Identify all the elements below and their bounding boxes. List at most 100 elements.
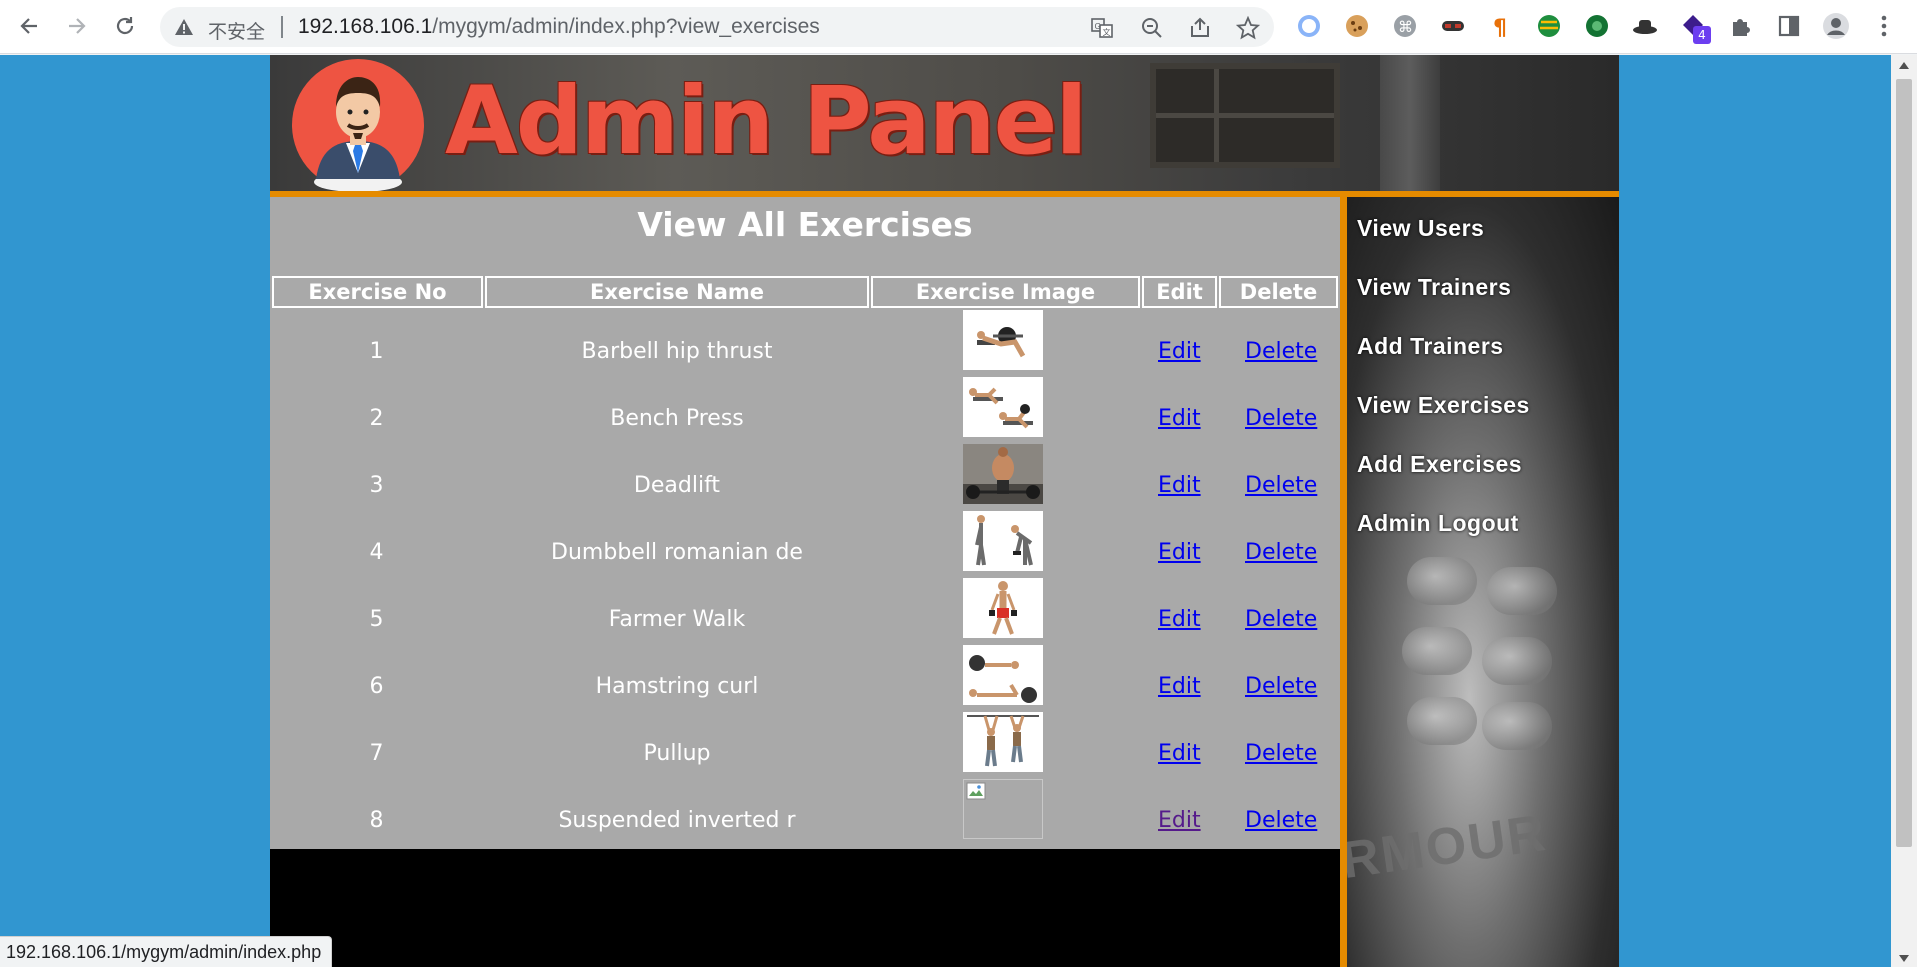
bookmark-star-icon[interactable] [1236, 16, 1260, 40]
edit-link[interactable]: Edit [1158, 741, 1201, 766]
delete-link[interactable]: Delete [1245, 741, 1317, 766]
sidebar-nav: RMOUR View Users View Trainers Add Train… [1347, 197, 1619, 967]
table-row: 1 Barbell hip thrust Edit Delete [270, 310, 1340, 377]
exercise-image [963, 377, 1043, 437]
page-viewport: Admin Panel View All Exercises Exercise … [0, 55, 1917, 967]
hat-icon[interactable] [1631, 12, 1659, 40]
table-row: 7 Pullup Edit Delete [270, 712, 1340, 779]
exercise-no: 6 [369, 674, 384, 699]
exercise-name: Bench Press [610, 406, 744, 431]
pullup-figure-icon [967, 715, 1039, 767]
edit-link[interactable]: Edit [1158, 473, 1201, 498]
delete-link[interactable]: Delete [1245, 808, 1317, 833]
back-button[interactable] [12, 9, 46, 43]
banner-pillar-decoration [1380, 55, 1440, 191]
romanian-deadlift-figure-icon [975, 515, 1033, 566]
sidebar-item-view-trainers[interactable]: View Trainers [1357, 266, 1530, 325]
broken-image-icon [966, 782, 986, 800]
exercise-no: 8 [369, 808, 384, 833]
table-row: 3 Deadlift Edit Delete [270, 444, 1340, 511]
sidebar-background-decoration [1482, 702, 1552, 750]
delete-link[interactable]: Delete [1245, 607, 1317, 632]
puzzle-icon[interactable] [1727, 12, 1755, 40]
table-row: 8 Suspended inverted r Edit Delete [270, 779, 1340, 846]
column-header-exercise-no: Exercise No [272, 276, 483, 308]
exercise-no: 5 [369, 607, 384, 632]
address-bar[interactable]: 不安全 192.168.106.1/mygym/admin/index.php?… [160, 7, 1274, 47]
svg-text:文: 文 [1103, 27, 1111, 37]
sidebar-background-decoration [1407, 697, 1477, 745]
green-circle-icon[interactable] [1583, 12, 1611, 40]
url-host: 192.168.106.1 [298, 15, 433, 38]
side-panel-icon[interactable] [1775, 12, 1803, 40]
edit-link[interactable]: Edit [1158, 406, 1201, 431]
exercise-image [963, 645, 1043, 705]
extension-circle-icon[interactable] [1295, 12, 1323, 40]
forward-arrow-icon [69, 18, 86, 34]
scroll-down-arrow-icon[interactable] [1899, 955, 1909, 962]
profile-avatar-icon[interactable] [1822, 12, 1850, 40]
sidebar-menu: View Users View Trainers Add Trainers Vi… [1357, 207, 1530, 561]
share-icon[interactable] [1188, 16, 1212, 40]
edit-link[interactable]: Edit [1158, 607, 1201, 632]
extension-badge: 4 [1693, 26, 1711, 44]
reload-icon [116, 17, 134, 35]
exercise-no: 3 [369, 473, 384, 498]
reload-button[interactable] [108, 9, 142, 43]
svg-text:¶: ¶ [1493, 16, 1507, 40]
pilcrow-icon[interactable]: ¶ [1487, 12, 1515, 40]
edit-link[interactable]: Edit [1158, 674, 1201, 699]
delete-link[interactable]: Delete [1245, 473, 1317, 498]
exercise-image-broken [963, 779, 1043, 839]
status-url-bubble: 192.168.106.1/mygym/admin/index.php [0, 936, 333, 967]
sidebar-background-decoration [1402, 627, 1472, 675]
sidebar-item-add-trainers[interactable]: Add Trainers [1357, 325, 1530, 384]
browser-toolbar: 不安全 192.168.106.1/mygym/admin/index.php?… [0, 0, 1917, 54]
exercise-no: 4 [369, 540, 384, 565]
sidebar-item-view-exercises[interactable]: View Exercises [1357, 384, 1530, 443]
command-icon[interactable]: ⌘ [1391, 12, 1419, 40]
sidebar-background-decoration [1407, 557, 1477, 605]
vertical-scrollbar[interactable] [1891, 55, 1917, 967]
scrollbar-thumb[interactable] [1896, 79, 1912, 847]
translate-icon[interactable]: G文 [1090, 16, 1114, 40]
farmer-walk-figure-icon [989, 581, 1017, 635]
sidebar-item-view-users[interactable]: View Users [1357, 207, 1530, 266]
exercise-name: Dumbbell romanian de [551, 540, 803, 565]
back-arrow-icon [20, 18, 37, 34]
banner-window-decoration [1150, 63, 1340, 168]
zoom-icon[interactable] [1140, 16, 1164, 40]
hip-thrust-figure-icon [977, 327, 1026, 358]
mask-icon[interactable] [1439, 12, 1467, 40]
sidebar-item-admin-logout[interactable]: Admin Logout [1357, 502, 1530, 561]
url-text: 192.168.106.1/mygym/admin/index.php?view… [298, 15, 820, 39]
scroll-up-arrow-icon[interactable] [1899, 62, 1909, 69]
exercise-name: Suspended inverted r [558, 808, 796, 833]
edit-link[interactable]: Edit [1158, 540, 1201, 565]
sidebar-background-brand: RMOUR [1347, 803, 1551, 891]
content-footer-area [270, 849, 1340, 967]
sidebar-background-decoration [1487, 567, 1557, 615]
column-header-exercise-image: Exercise Image [871, 276, 1140, 308]
delete-link[interactable]: Delete [1245, 406, 1317, 431]
edit-link[interactable]: Edit [1158, 808, 1201, 833]
header-banner: Admin Panel [270, 55, 1619, 191]
delete-link[interactable]: Delete [1245, 540, 1317, 565]
warning-icon [175, 19, 193, 35]
cookie-icon[interactable] [1343, 12, 1371, 40]
deadlift-figure-icon [963, 444, 1043, 504]
menu-dots-icon[interactable] [1870, 12, 1898, 40]
extension-badge-button[interactable]: 4 [1679, 12, 1711, 44]
delete-link[interactable]: Delete [1245, 339, 1317, 364]
sidebar-item-add-exercises[interactable]: Add Exercises [1357, 443, 1530, 502]
globe-icon[interactable] [1535, 12, 1563, 40]
sidebar-divider [1340, 197, 1347, 967]
page-title: Admin Panel [445, 67, 1088, 176]
edit-link[interactable]: Edit [1158, 339, 1201, 364]
forward-button[interactable] [60, 9, 94, 43]
delete-link[interactable]: Delete [1245, 674, 1317, 699]
exercise-image [963, 712, 1043, 772]
exercise-no: 2 [369, 406, 384, 431]
exercise-name: Farmer Walk [608, 607, 746, 632]
svg-text:⌘: ⌘ [1398, 18, 1413, 36]
